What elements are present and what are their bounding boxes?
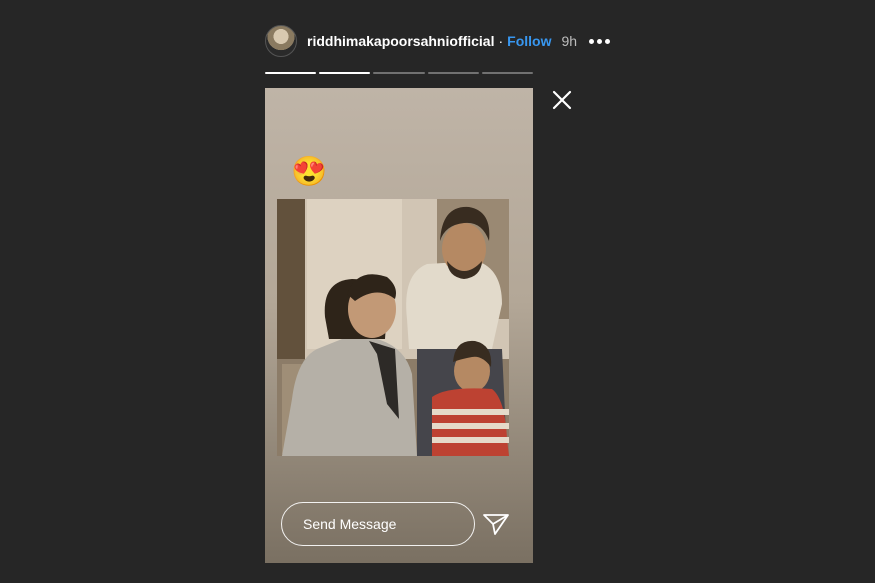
progress-segment — [427, 72, 479, 74]
progress-segment — [481, 72, 534, 74]
story-frame[interactable]: 😍 Send Message — [265, 88, 533, 563]
avatar[interactable] — [265, 25, 297, 57]
send-message-placeholder: Send Message — [303, 516, 397, 532]
story-progress-bar — [265, 72, 534, 74]
story-header: riddhimakapoorsahniofficial · Follow 9h — [265, 22, 611, 60]
post-time: 9h — [561, 33, 578, 49]
close-icon[interactable] — [551, 89, 573, 111]
paper-plane-icon[interactable] — [482, 512, 510, 536]
family-photo — [277, 199, 509, 456]
progress-segment — [319, 72, 371, 74]
username[interactable]: riddhimakapoorsahniofficial — [307, 33, 494, 49]
more-options-icon[interactable] — [589, 38, 611, 44]
separator-dot: · — [498, 33, 504, 49]
heart-eyes-emoji-sticker: 😍 — [291, 156, 328, 188]
send-message-input[interactable]: Send Message — [281, 502, 475, 546]
progress-segment — [265, 72, 317, 74]
follow-button[interactable]: Follow — [507, 33, 551, 49]
progress-segment — [373, 72, 425, 74]
